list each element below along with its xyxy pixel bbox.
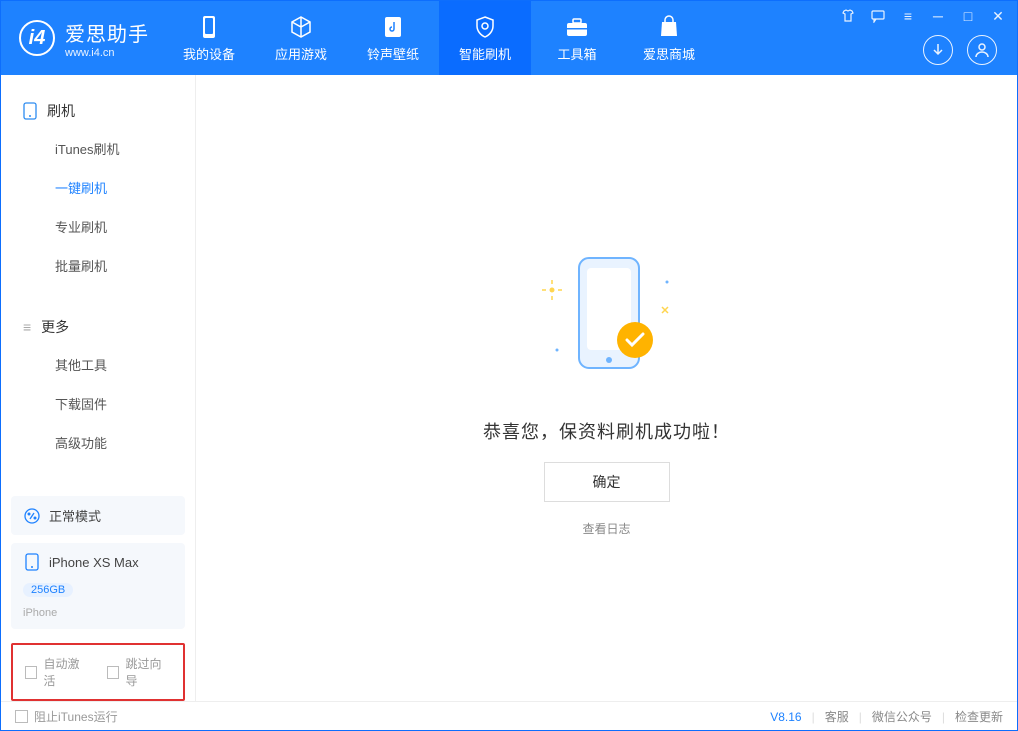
device-type: iPhone	[23, 607, 57, 619]
mode-label: 正常模式	[49, 506, 101, 525]
sidebar-section-more: ≡ 更多	[1, 309, 195, 345]
phone-icon	[196, 14, 222, 40]
logo-icon: i4	[19, 20, 55, 56]
footer: 阻止iTunes运行 V8.16 | 客服 | 微信公众号 | 检查更新	[1, 701, 1017, 731]
main-content: 恭喜您，保资料刷机成功啦！ 确定 查看日志	[196, 75, 1017, 701]
checkbox-skip-guide[interactable]: 跳过向导	[107, 655, 171, 689]
close-icon[interactable]: ✕	[989, 7, 1007, 25]
menu-icon: ≡	[23, 319, 31, 335]
check-update-link[interactable]: 检查更新	[955, 708, 1003, 725]
toolbox-icon	[564, 14, 590, 40]
view-log-link[interactable]: 查看日志	[582, 520, 630, 537]
device-icon	[23, 102, 37, 120]
mode-icon	[23, 507, 41, 525]
checkbox-icon	[15, 710, 28, 723]
sidebar-item-advanced[interactable]: 高级功能	[1, 423, 195, 462]
checkbox-row-highlighted: 自动激活 跳过向导	[11, 643, 185, 701]
tshirt-icon[interactable]	[839, 7, 857, 25]
sidebar-section-flash: 刷机	[1, 93, 195, 129]
music-file-icon	[380, 14, 406, 40]
app-body: 刷机 iTunes刷机 一键刷机 专业刷机 批量刷机 ≡ 更多 其他工具 下载固…	[1, 75, 1017, 701]
menu-icon[interactable]: ≡	[899, 7, 917, 25]
section-title: 更多	[41, 317, 69, 337]
feedback-icon[interactable]	[869, 7, 887, 25]
tab-label: 我的设备	[183, 44, 235, 63]
logo: i4 爱思助手 www.i4.cn	[1, 1, 163, 75]
sidebar-item-itunes-flash[interactable]: iTunes刷机	[1, 129, 195, 168]
device-info-box[interactable]: iPhone XS Max 256GB iPhone	[11, 543, 185, 629]
minimize-icon[interactable]: ─	[929, 7, 947, 25]
app-name-en: www.i4.cn	[65, 47, 149, 59]
checkbox-block-itunes[interactable]: 阻止iTunes运行	[15, 708, 118, 725]
header-right-buttons	[923, 35, 997, 65]
sidebar-item-batch-flash[interactable]: 批量刷机	[1, 246, 195, 285]
sidebar-item-pro-flash[interactable]: 专业刷机	[1, 207, 195, 246]
tab-ringtone-wallpaper[interactable]: 铃声壁纸	[347, 1, 439, 75]
tab-label: 铃声壁纸	[367, 44, 419, 63]
device-storage: 256GB	[23, 583, 73, 597]
checkbox-icon	[25, 666, 37, 679]
sidebar-item-other-tools[interactable]: 其他工具	[1, 345, 195, 384]
bag-icon	[656, 14, 682, 40]
tab-label: 爱思商城	[643, 44, 695, 63]
device-mode-box[interactable]: 正常模式	[11, 496, 185, 535]
sidebar: 刷机 iTunes刷机 一键刷机 专业刷机 批量刷机 ≡ 更多 其他工具 下载固…	[1, 75, 196, 701]
success-message: 恭喜您，保资料刷机成功啦！	[483, 418, 730, 444]
tab-my-device[interactable]: 我的设备	[163, 1, 255, 75]
cube-icon	[288, 14, 314, 40]
download-button[interactable]	[923, 35, 953, 65]
version-label: V8.16	[770, 710, 801, 724]
device-name: iPhone XS Max	[49, 555, 139, 570]
checkbox-label: 阻止iTunes运行	[34, 708, 118, 725]
tab-smart-flash[interactable]: 智能刷机	[439, 1, 531, 75]
tab-toolbox[interactable]: 工具箱	[531, 1, 623, 75]
app-header: i4 爱思助手 www.i4.cn 我的设备 应用游戏 铃声壁纸 智能刷机 工具…	[1, 1, 1017, 75]
tab-store[interactable]: 爱思商城	[623, 1, 715, 75]
support-link[interactable]: 客服	[825, 708, 849, 725]
tab-label: 工具箱	[557, 44, 596, 63]
wechat-link[interactable]: 微信公众号	[872, 708, 932, 725]
tab-apps-games[interactable]: 应用游戏	[255, 1, 347, 75]
checkbox-auto-activate[interactable]: 自动激活	[25, 655, 89, 689]
app-name-cn: 爱思助手	[65, 18, 149, 47]
sidebar-item-oneclick-flash[interactable]: 一键刷机	[1, 168, 195, 207]
success-illustration	[497, 240, 717, 400]
checkbox-icon	[107, 666, 119, 679]
sidebar-item-download-firmware[interactable]: 下载固件	[1, 384, 195, 423]
ok-button[interactable]: 确定	[544, 462, 670, 502]
shield-icon	[472, 14, 498, 40]
section-title: 刷机	[47, 101, 75, 121]
header-tabs: 我的设备 应用游戏 铃声壁纸 智能刷机 工具箱 爱思商城	[163, 1, 715, 75]
user-button[interactable]	[967, 35, 997, 65]
tab-label: 智能刷机	[459, 44, 511, 63]
tab-label: 应用游戏	[275, 44, 327, 63]
device-panel: 正常模式 iPhone XS Max 256GB iPhone	[1, 496, 195, 637]
checkbox-label: 跳过向导	[125, 655, 171, 689]
checkbox-label: 自动激活	[43, 655, 89, 689]
maximize-icon[interactable]: □	[959, 7, 977, 25]
phone-small-icon	[23, 553, 41, 571]
window-controls: ≡ ─ □ ✕	[839, 7, 1007, 25]
